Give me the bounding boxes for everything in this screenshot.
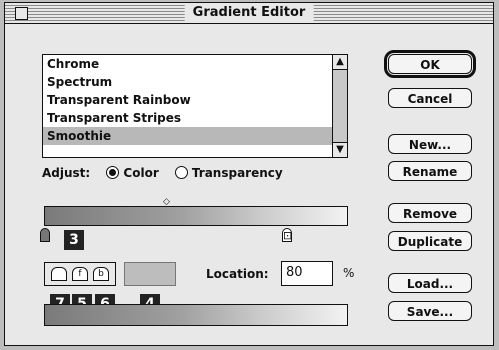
location-label: Location: [206,267,269,281]
adjust-label: Adjust: [42,166,91,180]
rename-button[interactable]: Rename [388,161,472,181]
title-bar[interactable]: Gradient Editor [5,3,493,24]
load-button[interactable]: Load... [388,273,472,293]
color-swatch[interactable] [124,262,176,286]
color-radio-label[interactable]: Color [123,166,158,180]
transparency-radio[interactable] [174,166,188,179]
scroll-up-arrow-icon[interactable]: ▲ [333,55,347,70]
list-item[interactable]: Spectrum [43,73,347,91]
cancel-button[interactable]: Cancel [388,88,472,108]
window-title: Gradient Editor [184,5,314,21]
list-item[interactable]: Transparent Stripes [43,109,347,127]
color-radio[interactable] [106,166,120,179]
duplicate-button[interactable]: Duplicate [388,231,472,251]
save-button[interactable]: Save... [388,301,472,321]
transparency-radio-label[interactable]: Transparency [192,166,283,180]
adjust-row: Adjust: Color Transparency [42,166,283,180]
foreground-stop-icon[interactable] [51,267,67,281]
gradient-list[interactable]: Chrome Spectrum Transparent Rainbow Tran… [42,54,348,158]
gradient-preview-bar [44,304,348,326]
list-item-selected[interactable]: Smoothie [43,127,347,145]
list-item[interactable]: Transparent Rainbow [43,91,347,109]
new-button[interactable]: New... [388,134,472,154]
close-box-icon[interactable] [15,7,28,20]
color-stop-icon[interactable]: ⊡ [282,228,292,242]
list-scrollbar[interactable]: ▲ ▼ [332,55,347,157]
user-color-stop-icon[interactable]: b [93,267,109,281]
stop-type-icons: f b [44,262,116,286]
ok-button[interactable]: OK [384,50,476,78]
color-stop-icon[interactable] [40,228,50,242]
location-input[interactable]: 80 [281,261,333,286]
remove-button[interactable]: Remove [388,203,472,223]
list-item[interactable]: Chrome [43,55,347,73]
callout-3: 3 [64,230,84,250]
percent-unit: % [343,266,355,280]
background-stop-icon[interactable]: f [72,267,88,281]
gradient-bar[interactable] [44,206,348,226]
scroll-down-arrow-icon[interactable]: ▼ [333,142,347,157]
